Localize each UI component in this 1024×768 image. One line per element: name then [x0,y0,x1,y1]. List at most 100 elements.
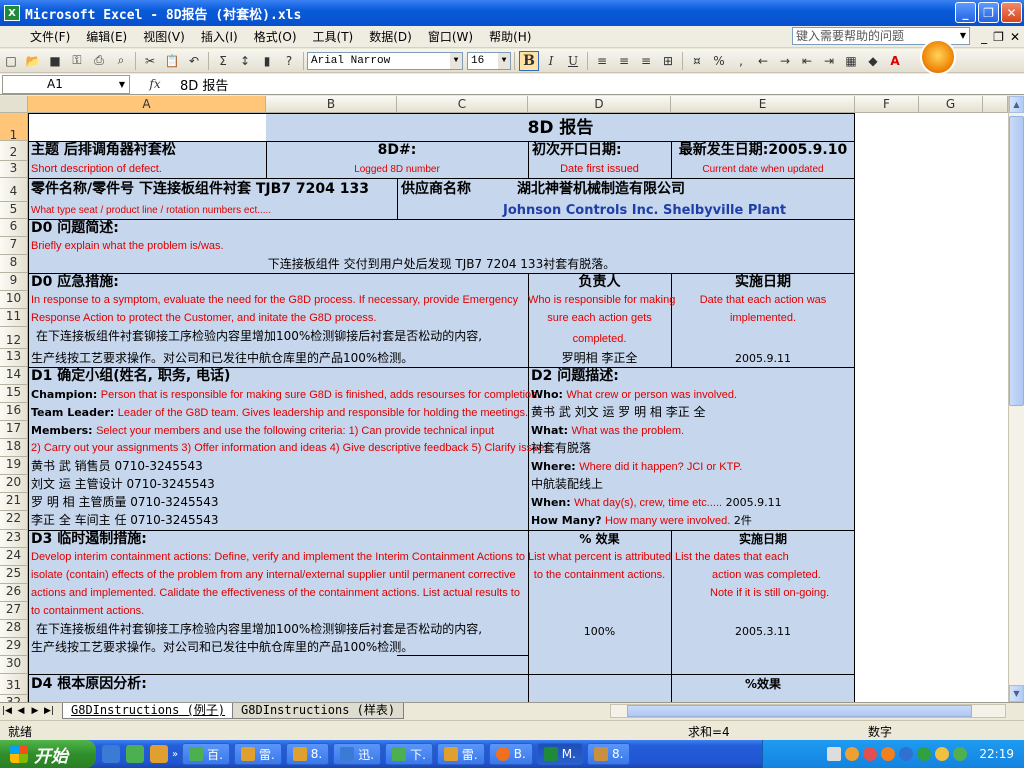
minimize-button[interactable]: _ [955,2,976,23]
emergency-action-text[interactable]: 生产线按工艺要求操作。对公司和已发往中航仓库里的产品100%检测。 [31,350,413,367]
taskbar-item-excel[interactable]: M. [536,743,583,765]
column-header[interactable]: E [671,96,855,113]
first-open-date-label[interactable]: 初次开口日期: [532,142,622,159]
office-assistant-icon[interactable] [920,39,956,75]
supplier-label[interactable]: 供应商名称 [401,181,471,198]
menu-data[interactable]: 数据(D) [361,28,420,45]
tray-icon[interactable] [881,747,896,761]
increase-decimal-icon[interactable]: ← [753,51,773,71]
taskbar-item[interactable]: 百. [182,743,230,765]
cut-icon[interactable]: ✂ [140,51,160,71]
how-many-row[interactable]: How Many? How many were involved. 2件 [531,512,752,530]
fill-color-icon[interactable]: ◆ [863,51,883,71]
implement-date[interactable]: 2005.3.11 [671,623,855,640]
column-header[interactable]: D [528,96,671,113]
start-button[interactable]: 开始 [0,740,96,768]
tray-icon[interactable] [845,747,860,761]
hint-text[interactable]: Response Action to protect the Customer,… [31,310,376,327]
menu-file[interactable]: 文件(F) [22,28,78,45]
effect-heading[interactable]: % 效果 [528,531,671,548]
row-header[interactable]: 20 [0,475,28,493]
sort-icon[interactable]: ↕ [235,51,255,71]
part-name-label[interactable]: 零件名称/零件号 下连接板组件衬套 TJB7 7204 133 [31,181,369,198]
row-header[interactable]: 2 [0,141,28,161]
row-header[interactable]: 7 [0,237,28,255]
font-color-icon[interactable]: A [885,51,905,71]
close-button[interactable]: ✕ [1001,2,1022,23]
row-header[interactable]: 21 [0,493,28,511]
row-header[interactable]: 26 [0,584,28,602]
hint-text[interactable]: Note if it is still on-going. [710,585,829,602]
row-header[interactable]: 29 [0,638,28,656]
menu-window[interactable]: 窗口(W) [420,28,481,45]
chevron-down-icon[interactable]: ▼ [957,28,969,44]
row-header[interactable]: 18 [0,439,28,457]
sheet-tab-template[interactable]: G8DInstructions (样表) [232,703,405,719]
row-header[interactable]: 16 [0,403,28,421]
help-icon[interactable]: ? [279,51,299,71]
prev-sheet-icon[interactable]: ◀ [14,706,28,716]
restore-button[interactable]: ❐ [978,2,999,23]
font-size-select[interactable]: 16 ▼ [467,51,511,70]
owner-names[interactable]: 罗明相 李正全 [528,350,671,367]
row-header[interactable]: 15 [0,385,28,403]
menu-view[interactable]: 视图(V) [135,28,193,45]
vertical-scrollbar[interactable]: ▲ ▼ [1008,96,1024,702]
row-header[interactable]: 22 [0,511,28,530]
implement-date[interactable]: 2005.9.11 [671,350,855,367]
quicklaunch-icon[interactable] [126,745,144,763]
chart-wizard-icon[interactable]: ▮ [257,51,277,71]
new-icon[interactable]: □ [1,51,21,71]
paste-icon[interactable]: 📋 [162,51,182,71]
print-preview-icon[interactable]: ⌕ [111,51,131,71]
problem-description[interactable]: 下连接板组件 交付到用户处后发现 TJB7 7204 133衬套有脱落。 [28,256,855,273]
row-header[interactable]: 30 [0,656,28,674]
chevron-down-icon[interactable]: ▼ [450,52,462,69]
row-header[interactable]: 3 [0,161,28,178]
emergency-action-text[interactable]: 在下连接板组件衬套铆接工序检验内容里增加100%检测铆接后衬套是否松动的内容, [36,328,482,345]
chevron-down-icon[interactable]: ▼ [498,52,510,69]
scroll-up-icon[interactable]: ▲ [1009,96,1024,113]
champion-row[interactable]: Champion: Person that is responsible for… [31,386,540,404]
row-header[interactable]: 24 [0,548,28,566]
insert-function-icon[interactable]: fx [130,77,180,91]
report-title[interactable]: 8D 报告 [266,116,855,140]
team-leader-row[interactable]: Team Leader: Leader of the G8D team. Giv… [31,404,528,422]
hint-text[interactable]: Date first issued [528,161,671,178]
d1-team-heading[interactable]: D1 确定小组(姓名, 职务, 电话) [31,368,230,385]
row-header[interactable]: 9 [0,273,28,291]
hint-text[interactable]: Develop interim containment actions: Def… [31,549,525,566]
d2-problem-heading[interactable]: D2 问题描述: [531,368,619,385]
hint-text[interactable]: Briefly explain what the problem is/was. [31,238,224,255]
hint-text[interactable]: action was completed. [712,567,821,584]
where-answer[interactable]: 中航装配线上 [531,476,603,493]
hint-text[interactable]: completed. [528,331,671,348]
comma-icon[interactable]: , [731,51,751,71]
autosum-icon[interactable]: Σ [213,51,233,71]
hint-text[interactable]: Date that each action was [671,292,855,309]
permission-icon[interactable]: ⚿ [67,51,87,71]
row-header[interactable]: 10 [0,291,28,309]
horizontal-scrollbar[interactable] [610,704,1006,718]
8d-number-label[interactable]: 8D#: [266,142,528,159]
workbook-close-button[interactable]: ✕ [1010,30,1020,44]
row-header[interactable]: 8 [0,255,28,273]
chevron-down-icon[interactable]: ▼ [115,76,129,93]
row-header[interactable]: 6 [0,219,28,237]
print-icon[interactable]: ⎙ [89,51,109,71]
team-member[interactable]: 刘文 运 主管设计 0710-3245543 [31,476,215,493]
containment-action-text[interactable]: 在下连接板组件衬套铆接工序检验内容里增加100%检测铆接后衬套是否松动的内容, [36,621,482,638]
when-row[interactable]: When: What day(s), crew, time etc..... 2… [531,494,782,512]
containment-action-text[interactable]: 生产线按工艺要求操作。对公司和已发往中航仓库里的产品100%检测。 [31,639,413,656]
hint-text[interactable]: implemented. [671,310,855,327]
hint-text[interactable]: List the dates that each [675,549,789,566]
keyboard-icon[interactable] [827,747,842,761]
members-row[interactable]: Members: Select your members and use the… [31,422,494,440]
align-right-icon[interactable]: ≡ [636,51,656,71]
scroll-thumb[interactable] [1009,116,1024,406]
align-left-icon[interactable]: ≡ [592,51,612,71]
row-header[interactable]: 27 [0,602,28,620]
align-center-icon[interactable]: ≡ [614,51,634,71]
latest-date-label[interactable]: 最新发生日期:2005.9.10 [671,142,855,159]
font-name-select[interactable]: Arial Narrow ▼ [307,51,463,70]
